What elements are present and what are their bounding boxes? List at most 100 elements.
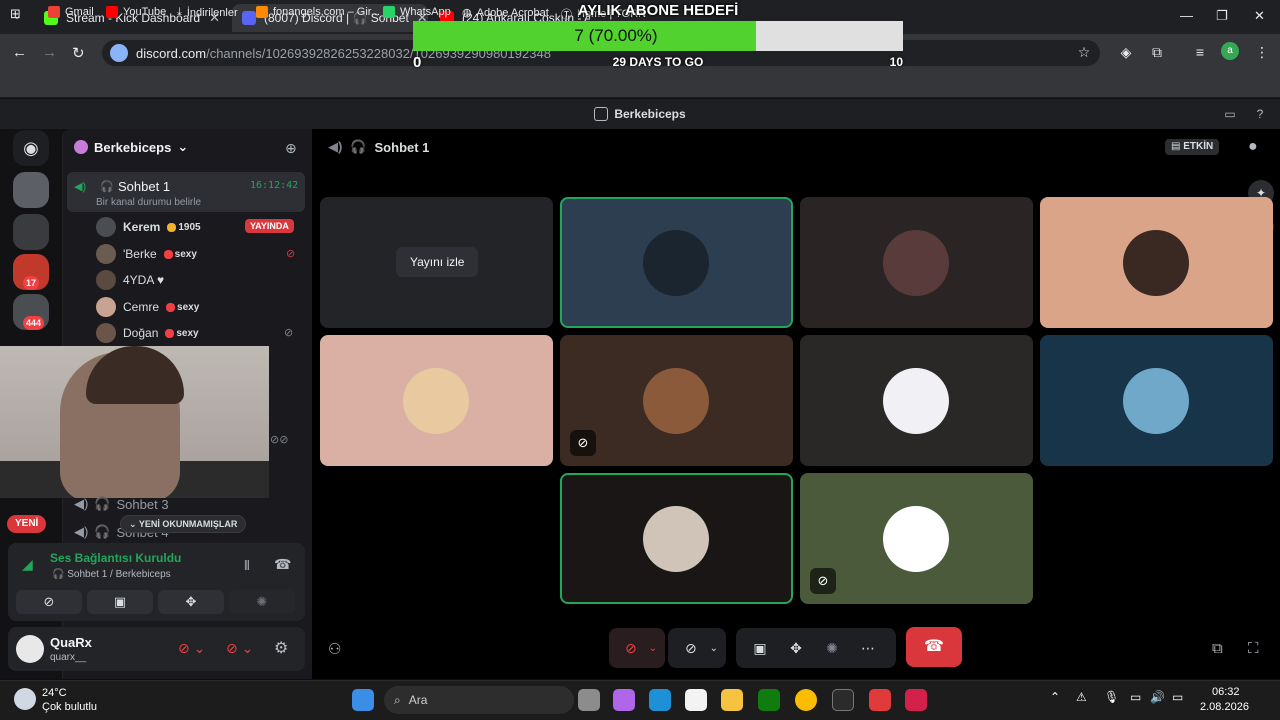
avatar[interactable] xyxy=(16,635,44,663)
activities-button[interactable]: ✥ xyxy=(158,590,224,614)
speaker-icon: ◀) xyxy=(74,181,87,193)
more-options-icon[interactable]: ⋯ xyxy=(852,632,884,664)
chat-bubble-icon[interactable]: ● xyxy=(1248,138,1258,156)
new-badge[interactable]: YENİ xyxy=(7,515,47,533)
battery-icon[interactable]: ▭ xyxy=(1172,690,1183,704)
streamer-webcam xyxy=(0,346,269,498)
participant-tile[interactable] xyxy=(800,335,1033,466)
soundboard-icon[interactable]: ✺ xyxy=(816,632,848,664)
invite-people-icon[interactable]: ⊕ xyxy=(285,140,297,157)
settings-gear-icon[interactable]: ⚙ xyxy=(274,638,288,658)
unread-jump-button[interactable]: ⌄ YENİ OKUNMAMIŞLAR xyxy=(120,515,247,533)
chevron-down-icon[interactable]: ⌄ xyxy=(710,643,718,654)
reload-icon[interactable]: ↻ xyxy=(72,44,85,62)
headphones-muted-icon[interactable]: ⊘ ⌄ xyxy=(226,640,253,657)
voice-channel[interactable]: ◀) 🎧 Sohbet 3 xyxy=(74,495,169,513)
noise-suppression-icon[interactable]: ⦀ xyxy=(244,558,250,574)
maximize-icon[interactable]: ❐ xyxy=(1216,8,1228,24)
file-explorer-icon[interactable] xyxy=(721,689,743,711)
disconnect-call-button[interactable]: ☎ xyxy=(906,627,962,667)
bookmark-fonangels[interactable]: fonangels.com – Gir... xyxy=(256,6,380,18)
participant-tile[interactable] xyxy=(1040,197,1273,328)
back-icon[interactable]: ← xyxy=(12,44,27,61)
participant-tile[interactable]: ⊘ xyxy=(800,473,1033,604)
voice-member[interactable]: Doğan sexy xyxy=(96,323,199,343)
participant-tile[interactable] xyxy=(1040,335,1273,466)
minimize-icon[interactable]: — xyxy=(1180,8,1193,23)
discord-home-icon[interactable]: ◉ xyxy=(13,130,49,166)
voice-location[interactable]: 🎧 Sohbet 1 / Berkebiceps xyxy=(52,569,171,580)
inbox-icon[interactable]: ▭ xyxy=(1222,106,1238,122)
channel-status[interactable]: Bir kanal durumu belirle xyxy=(96,197,201,208)
activity-badge[interactable]: ▤ ETKİN xyxy=(1165,139,1220,155)
member-name: 4YDA ♥ xyxy=(123,273,165,287)
app-icon[interactable] xyxy=(832,689,854,711)
task-view-icon[interactable] xyxy=(578,689,600,711)
bookmark-gmail[interactable]: Gmail xyxy=(48,6,94,18)
voice-status[interactable]: Ses Bağlantısı Kuruldu xyxy=(50,551,181,565)
avatar xyxy=(96,244,116,264)
xbox-icon[interactable] xyxy=(758,689,780,711)
microphone-icon[interactable]: 🎙 xyxy=(1104,690,1119,704)
voice-member[interactable]: 4YDA ♥ xyxy=(96,270,164,290)
activities-icon[interactable]: ✥ xyxy=(780,632,812,664)
participant-tile[interactable] xyxy=(560,197,793,328)
clock-time[interactable]: 06:32 xyxy=(1212,686,1240,698)
camera-toggle-button[interactable]: ⊘ xyxy=(16,590,82,614)
bookmark-star-icon[interactable]: ☆ xyxy=(1074,42,1094,62)
watch-stream-button[interactable]: Yayını izle xyxy=(396,247,479,277)
soundboard-button[interactable]: ✺ xyxy=(229,590,295,614)
participant-tile[interactable]: ⊘ xyxy=(560,335,793,466)
edge-icon[interactable] xyxy=(649,689,671,711)
chrome-icon[interactable] xyxy=(795,689,817,711)
extension-icon[interactable]: ◈ xyxy=(1116,42,1136,62)
taskbar-search[interactable]: ⌕ Ara xyxy=(384,686,574,714)
chevron-down-icon[interactable]: ⌄ xyxy=(649,643,657,654)
channel-name: Sohbet 3 xyxy=(116,496,169,512)
close-window-icon[interactable]: ✕ xyxy=(1254,8,1265,24)
bookmark-downloads[interactable]: ⤓ İndirilenler xyxy=(177,6,238,19)
screen-share-icon[interactable]: ▣ xyxy=(744,632,776,664)
app-icon[interactable] xyxy=(869,689,891,711)
app-icon[interactable] xyxy=(905,689,927,711)
headphones-icon: 🎧 xyxy=(94,524,111,539)
mic-muted-icon[interactable]: ⊘ xyxy=(617,632,645,664)
server-icon[interactable] xyxy=(13,172,49,208)
display-icon[interactable]: ▭ xyxy=(1130,690,1141,704)
server-icon[interactable] xyxy=(13,214,49,250)
start-menu-icon[interactable] xyxy=(352,689,374,711)
media-controls-icon[interactable]: ≡ xyxy=(1190,42,1210,62)
voice-member[interactable]: Cemre sexy xyxy=(96,297,199,317)
fullscreen-icon[interactable]: ⛶ xyxy=(1248,640,1259,657)
server-name: Berkebiceps xyxy=(94,139,172,155)
apps-grid-icon[interactable]: ⊞ xyxy=(10,6,21,22)
voice-member[interactable]: Kerem 1905 xyxy=(96,217,201,237)
network-icon[interactable]: ⚠ xyxy=(1076,690,1087,704)
help-icon[interactable]: ? xyxy=(1252,106,1268,122)
add-people-icon[interactable]: ⚇ xyxy=(328,640,341,658)
mic-muted-icon[interactable]: ⊘ ⌄ xyxy=(178,640,205,657)
participant-tile[interactable] xyxy=(560,473,793,604)
participant-tile[interactable] xyxy=(320,335,553,466)
forward-icon[interactable]: → xyxy=(42,44,57,61)
puzzle-icon[interactable]: ⧉ xyxy=(1147,42,1167,62)
server-name-header[interactable]: Berkebiceps ⌄ xyxy=(74,139,188,155)
chrome-menu-icon[interactable]: ⋮ xyxy=(1252,42,1272,62)
camera-off-icon[interactable]: ⊘ xyxy=(676,632,706,664)
user-tag: quarx__ xyxy=(50,652,87,663)
stream-tile[interactable]: Yayını izle xyxy=(320,197,553,328)
disconnect-icon[interactable]: ☎ xyxy=(274,556,291,573)
store-icon[interactable] xyxy=(685,689,707,711)
participant-tile[interactable] xyxy=(800,197,1033,328)
clock-date[interactable]: 2.08.2026 xyxy=(1200,701,1249,713)
profile-avatar[interactable]: a xyxy=(1221,42,1239,60)
popout-icon[interactable]: ⧉ xyxy=(1212,640,1223,657)
weather-cloud-icon[interactable] xyxy=(14,688,36,710)
tray-overflow-icon[interactable]: ⌃ xyxy=(1050,690,1060,704)
volume-icon[interactable]: 🔊 xyxy=(1150,690,1165,704)
voice-member[interactable]: 'Berke sexy xyxy=(96,244,197,264)
bookmark-youtube[interactable]: YouTube xyxy=(106,6,166,18)
screen-share-button[interactable]: ▣ xyxy=(87,590,153,614)
site-info-icon[interactable] xyxy=(110,44,128,62)
copilot-icon[interactable] xyxy=(613,689,635,711)
